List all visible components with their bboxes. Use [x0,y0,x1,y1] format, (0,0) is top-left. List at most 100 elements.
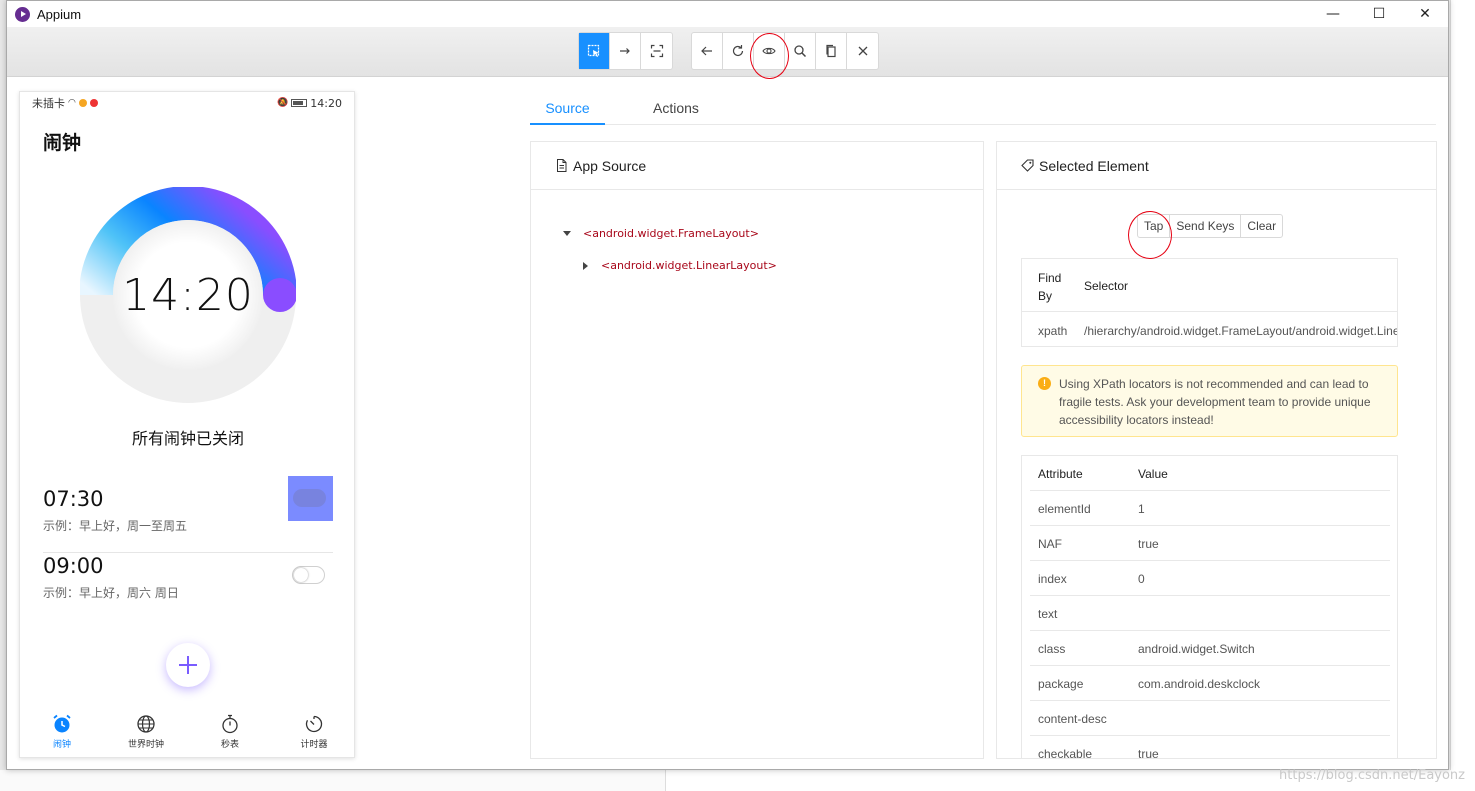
attr-name: text [1038,607,1058,621]
alarm-switch-highlighted[interactable] [288,476,333,521]
quit-session-button[interactable] [847,33,878,69]
copy-icon [826,44,836,58]
phone-status-bar: 未插卡 ◠ 🔕 14:20 [20,92,354,114]
table-row: index 0 [1030,561,1390,596]
sim-status: 未插卡 [32,97,65,110]
inspector-toolbar [7,27,1448,77]
alarm-item[interactable]: 07:30 示例：早上好，周一至周五 [43,476,333,553]
attr-name: checkable [1038,747,1093,759]
table-row: NAF true [1030,526,1390,561]
app-notification-icon [78,99,87,107]
tag-icon [1021,159,1034,172]
alarm-clock-icon [53,714,71,733]
tap-button[interactable]: Tap [1138,215,1171,237]
nav-label: 闹钟 [52,740,71,750]
attr-value: android.widget.Switch [1138,642,1255,656]
attr-name: package [1038,677,1084,691]
nav-alarm[interactable]: 闹钟 [20,707,104,757]
eye-icon [762,47,776,55]
select-icon [587,44,600,57]
app-source-panel: App Source <android.widget.FrameLayout> … [530,141,984,759]
tree-node[interactable]: <android.widget.FrameLayout> [563,227,759,240]
title-bar: Appium — ☐ ✕ [7,1,1448,27]
wifi-icon: ◠ [68,98,76,108]
attribute-table: Attribute Value elementId 1 NAF true ind… [1021,455,1398,759]
tree-node[interactable]: <android.widget.LinearLayout> [581,259,777,272]
all-alarms-off-text: 所有闹钟已关闭 [131,429,244,448]
attr-name: NAF [1038,537,1062,551]
element-action-buttons: Tap Send Keys Clear [1137,214,1284,238]
alarm-switch[interactable] [292,566,325,584]
desktop-background-bottom [0,770,1475,791]
nav-label: 世界时钟 [127,740,164,750]
battery-icon [291,99,308,107]
attr-name: class [1038,642,1066,656]
watermark: https://blog.csdn.net/Eayonz [1279,768,1465,783]
table-row: class android.widget.Switch [1030,631,1390,666]
nav-label: 秒表 [220,740,239,750]
refresh-button[interactable] [723,33,754,69]
app-source-title: App Source [573,157,647,174]
toggle-visibility-button[interactable] [754,33,785,69]
table-row: checkable true [1030,736,1390,759]
copy-xml-button[interactable] [816,33,847,69]
tab-source[interactable]: Source [530,96,605,125]
tab-actions[interactable]: Actions [653,96,699,125]
swipe-button[interactable] [610,33,641,69]
tap-by-coordinates-button[interactable] [641,33,672,69]
search-icon [794,45,807,58]
selected-element-panel: Selected Element Tap Send Keys Clear Fin… [996,141,1437,759]
caret-right-icon[interactable] [583,261,588,270]
col-attribute: Attribute [1038,467,1083,481]
app-source-header: App Source [531,142,983,190]
send-keys-button[interactable]: Send Keys [1170,215,1242,237]
col-value: Value [1138,467,1168,481]
appium-logo-icon [15,6,30,22]
tree-node-label[interactable]: <android.widget.FrameLayout> [583,227,759,240]
add-alarm-button[interactable] [166,643,210,687]
attribute-table-header: Attribute Value [1030,456,1390,491]
attr-value: true [1138,537,1159,551]
attr-value: true [1138,747,1159,759]
back-button[interactable] [692,33,723,69]
col-find-by: Find By [1038,271,1062,303]
selector-value[interactable]: /hierarchy/android.widget.FrameLayout/an… [1084,324,1397,338]
warning-icon: ! [1038,377,1051,390]
clear-button[interactable]: Clear [1241,215,1282,237]
alarm-desc: 示例：早上好，周六 周日 [43,586,179,600]
warning-text: Using XPath locators is not recommended … [1059,377,1371,427]
nav-world-clock[interactable]: 世界时钟 [104,707,188,757]
close-icon [858,46,867,56]
alarm-time: 09:00 [43,554,104,578]
desktop-background-right [1450,0,1475,791]
find-by-value: xpath [1038,324,1068,338]
caret-down-icon[interactable] [563,231,571,236]
table-row: package com.android.deskclock [1030,666,1390,701]
fullscreen-icon [650,44,663,58]
close-window-button[interactable]: ✕ [1402,1,1448,27]
attr-name: index [1038,572,1067,586]
attr-value: 0 [1138,572,1145,586]
tree-node-label[interactable]: <android.widget.LinearLayout> [601,259,777,272]
select-elements-button[interactable] [579,33,610,69]
table-row: text [1030,596,1390,631]
status-time: 14:20 [310,96,342,110]
xpath-warning: ! Using XPath locators is not recommende… [1021,365,1398,437]
nav-stopwatch[interactable]: 秒表 [188,707,272,757]
selected-element-header: Selected Element [997,142,1436,190]
maximize-button[interactable]: ☐ [1356,1,1402,27]
appium-window: Appium — ☐ ✕ 未插卡 ◠ 🔕 14:20 闹钟 14:20 所有闹钟… [6,0,1449,770]
minimize-button[interactable]: — [1310,1,1356,27]
search-button[interactable] [785,33,816,69]
app-notification-icon-2 [89,99,98,107]
globe-icon [137,715,155,733]
nav-timer[interactable]: 计时器 [272,707,354,757]
stopwatch-icon [222,714,238,734]
attr-name: elementId [1038,502,1091,516]
toolbar-actions-group [691,32,879,70]
alarm-item[interactable]: 09:00 示例：早上好，周六 周日 [43,554,333,616]
plus-icon [179,656,197,674]
table-row: elementId 1 [1030,491,1390,526]
device-screenshot[interactable]: 未插卡 ◠ 🔕 14:20 闹钟 14:20 所有闹钟已关闭 07:30 示例：… [19,91,355,758]
col-selector: Selector [1084,279,1129,293]
